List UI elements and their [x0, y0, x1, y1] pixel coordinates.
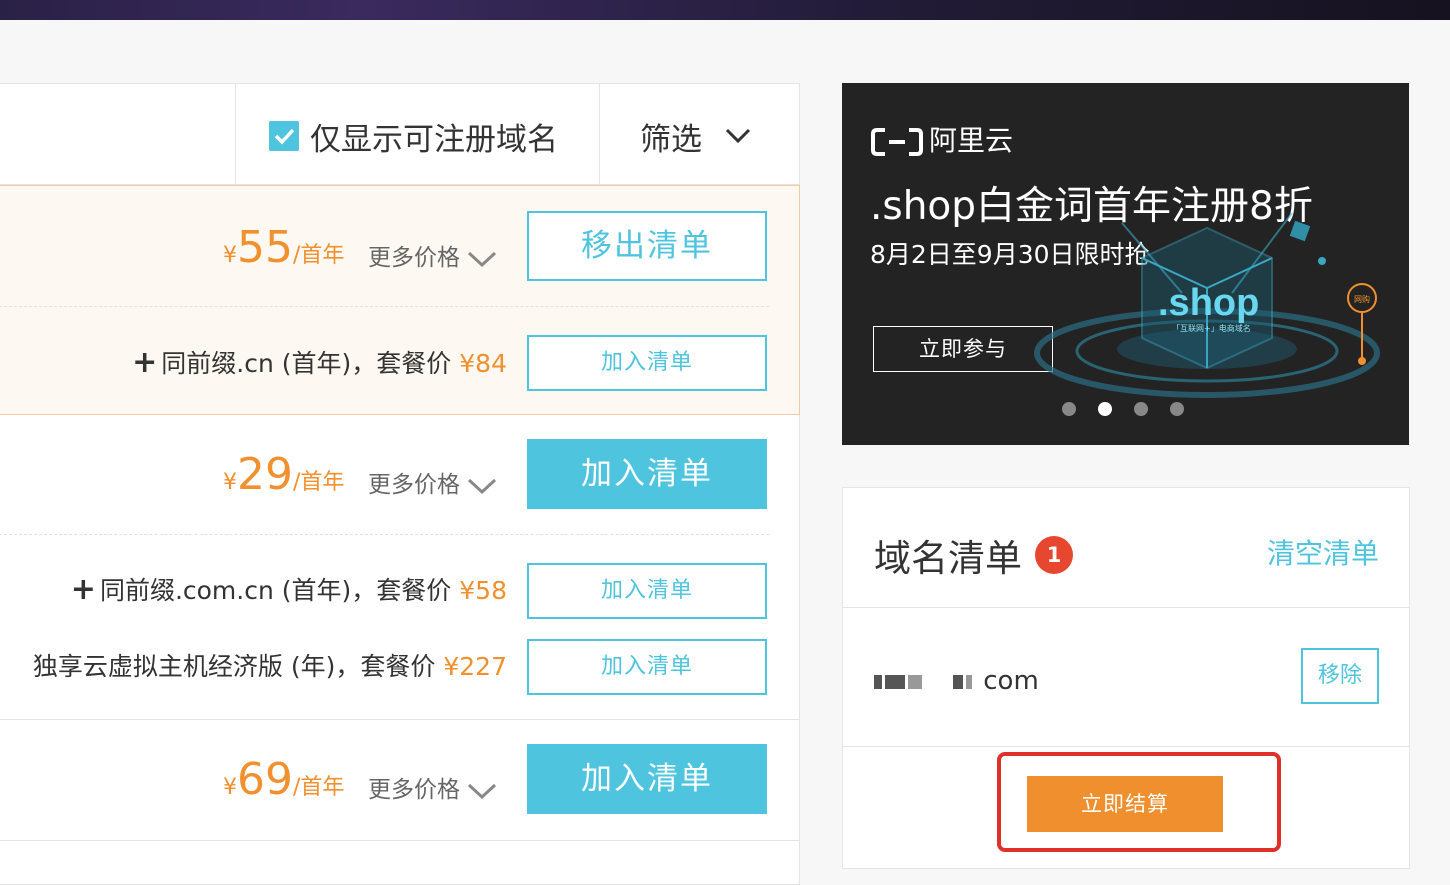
chevron-down-icon	[468, 478, 497, 494]
cart-count-badge: 1	[1035, 536, 1073, 574]
redacted-text	[953, 674, 963, 689]
svg-text:网购: 网购	[1354, 294, 1370, 304]
cart-item: com 移除	[843, 608, 1409, 747]
add-bundle-button[interactable]: 加入清单	[527, 335, 767, 391]
filter-bar: 仅显示可注册域名 筛选	[0, 84, 799, 185]
plus-icon: +	[70, 572, 96, 607]
chevron-down-icon	[468, 783, 497, 799]
domain-result-row: ¥29/首年 更多价格 加入清单 + 同前缀.com.cn (首年)，套餐价 ¥58…	[0, 415, 799, 719]
checkmark-icon	[274, 128, 295, 145]
cart-title: 域名清单	[874, 537, 1022, 580]
carousel-dot[interactable]	[1170, 402, 1184, 416]
top-banner-strip	[0, 0, 1450, 20]
row-divider	[0, 306, 769, 307]
domain-price: ¥29/首年	[223, 449, 345, 500]
domain-results-panel: 仅显示可注册域名 筛选 ¥55/首年 更多价格 移出清单 + 同前缀.cn (首年…	[0, 83, 800, 885]
add-to-list-button[interactable]: 加入清单	[527, 439, 767, 509]
aliyun-logo-icon	[871, 128, 923, 156]
filter-dropdown-label[interactable]: 筛选	[640, 114, 702, 159]
promo-banner[interactable]: 阿里云 .shop白金词首年注册8折 8月2日至9月30日限时抢 立即参与 .s…	[842, 83, 1409, 445]
remove-item-button[interactable]: 移除	[1301, 648, 1379, 704]
more-prices-link[interactable]: 更多价格	[368, 238, 497, 272]
clear-cart-link[interactable]: 清空清单	[1267, 532, 1379, 572]
carousel-dot[interactable]	[1062, 402, 1076, 416]
domain-price: ¥69/首年	[223, 754, 345, 805]
redacted-text	[908, 674, 922, 689]
chevron-down-icon[interactable]	[724, 127, 752, 145]
row-divider	[0, 534, 769, 535]
add-bundle-button[interactable]: 加入清单	[527, 563, 767, 619]
checkout-button[interactable]: 立即结算	[1027, 776, 1223, 832]
svg-text:.shop: .shop	[1158, 282, 1259, 324]
redacted-text	[874, 674, 882, 689]
bundle-offer: + 同前缀.cn (首年)，套餐价 ¥84	[132, 345, 507, 380]
redacted-text	[966, 674, 972, 689]
chevron-down-icon	[468, 251, 497, 267]
redacted-text	[885, 674, 905, 689]
available-only-checkbox[interactable]	[269, 121, 299, 151]
filter-divider	[599, 84, 600, 184]
more-prices-link[interactable]: 更多价格	[368, 770, 497, 804]
domain-result-row: ¥55/首年 更多价格 移出清单 + 同前缀.cn (首年)，套餐价 ¥84 加入清…	[0, 185, 800, 415]
add-bundle-button[interactable]: 加入清单	[527, 639, 767, 695]
plus-icon: +	[132, 345, 158, 380]
row-separator	[0, 840, 799, 841]
available-only-label[interactable]: 仅显示可注册域名	[310, 114, 558, 159]
more-prices-link[interactable]: 更多价格	[368, 465, 497, 499]
domain-price: ¥55/首年	[223, 222, 345, 273]
bundle-offer: + 同前缀.com.cn (首年)，套餐价 ¥58	[70, 572, 507, 607]
banner-cta-button[interactable]: 立即参与	[873, 326, 1053, 372]
carousel-dot[interactable]	[1134, 402, 1148, 416]
filter-divider	[235, 84, 236, 184]
domain-result-row: ¥69/首年 更多价格 加入清单	[0, 720, 799, 840]
shop-box-illustration: .shop 「互联网+」电商域名 网购	[1034, 212, 1380, 398]
carousel-dots	[1062, 401, 1206, 420]
cart-header: 域名清单 1 清空清单	[843, 488, 1409, 608]
cart-item-domain: com	[874, 666, 1039, 696]
svg-text:「互联网+」电商域名: 「互联网+」电商域名	[1172, 323, 1251, 333]
carousel-dot[interactable]	[1098, 402, 1112, 416]
aliyun-logo: 阿里云	[871, 119, 1013, 159]
remove-from-list-button[interactable]: 移出清单	[527, 211, 767, 281]
add-to-list-button[interactable]: 加入清单	[527, 744, 767, 814]
bundle-offer: 独享云虚拟主机经济版 (年)，套餐价 ¥227	[32, 652, 507, 681]
